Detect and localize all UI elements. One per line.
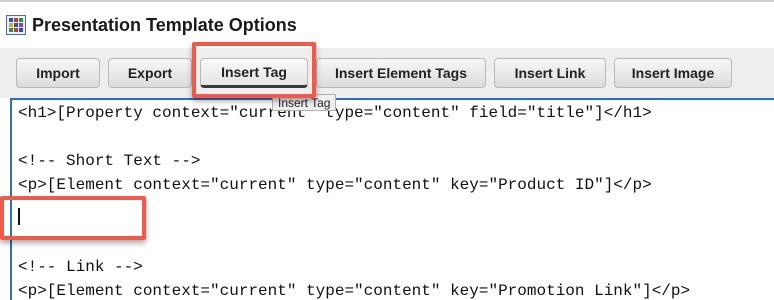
import-button[interactable]: Import [16,58,100,88]
toolbar: Import Export Insert Tag Insert Element … [0,48,774,98]
insert-element-tags-button[interactable]: Insert Element Tags [316,58,486,88]
code-line-8: <!-- Link --> [18,258,143,276]
export-button[interactable]: Export [108,58,192,88]
insert-tag-highlight [192,42,316,98]
insert-link-button[interactable]: Insert Link [494,58,606,88]
dialog-header: Presentation Template Options [6,12,297,38]
insert-image-button[interactable]: Insert Image [614,58,732,88]
dialog-title: Presentation Template Options [32,14,297,35]
top-divider [0,0,774,2]
code-line-4: <p>[Element context="current" type="cont… [18,176,652,194]
caret-highlight [0,196,146,240]
code-line-3: <!-- Short Text --> [18,152,201,170]
template-grid-icon [6,15,26,35]
code-line-9: <p>[Element context="current" type="cont… [18,282,691,300]
